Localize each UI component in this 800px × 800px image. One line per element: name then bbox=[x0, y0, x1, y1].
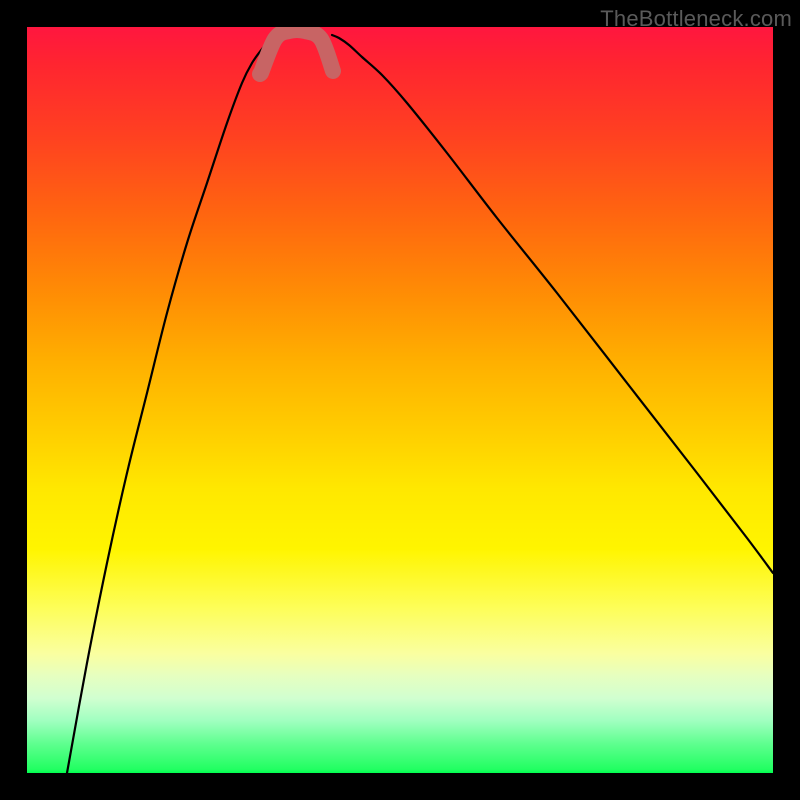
chart-svg bbox=[27, 27, 773, 773]
valley-highlight bbox=[261, 30, 333, 73]
chart-frame bbox=[27, 27, 773, 773]
valley-dot bbox=[252, 66, 268, 82]
curve-right bbox=[332, 35, 773, 573]
curve-left bbox=[67, 35, 279, 773]
